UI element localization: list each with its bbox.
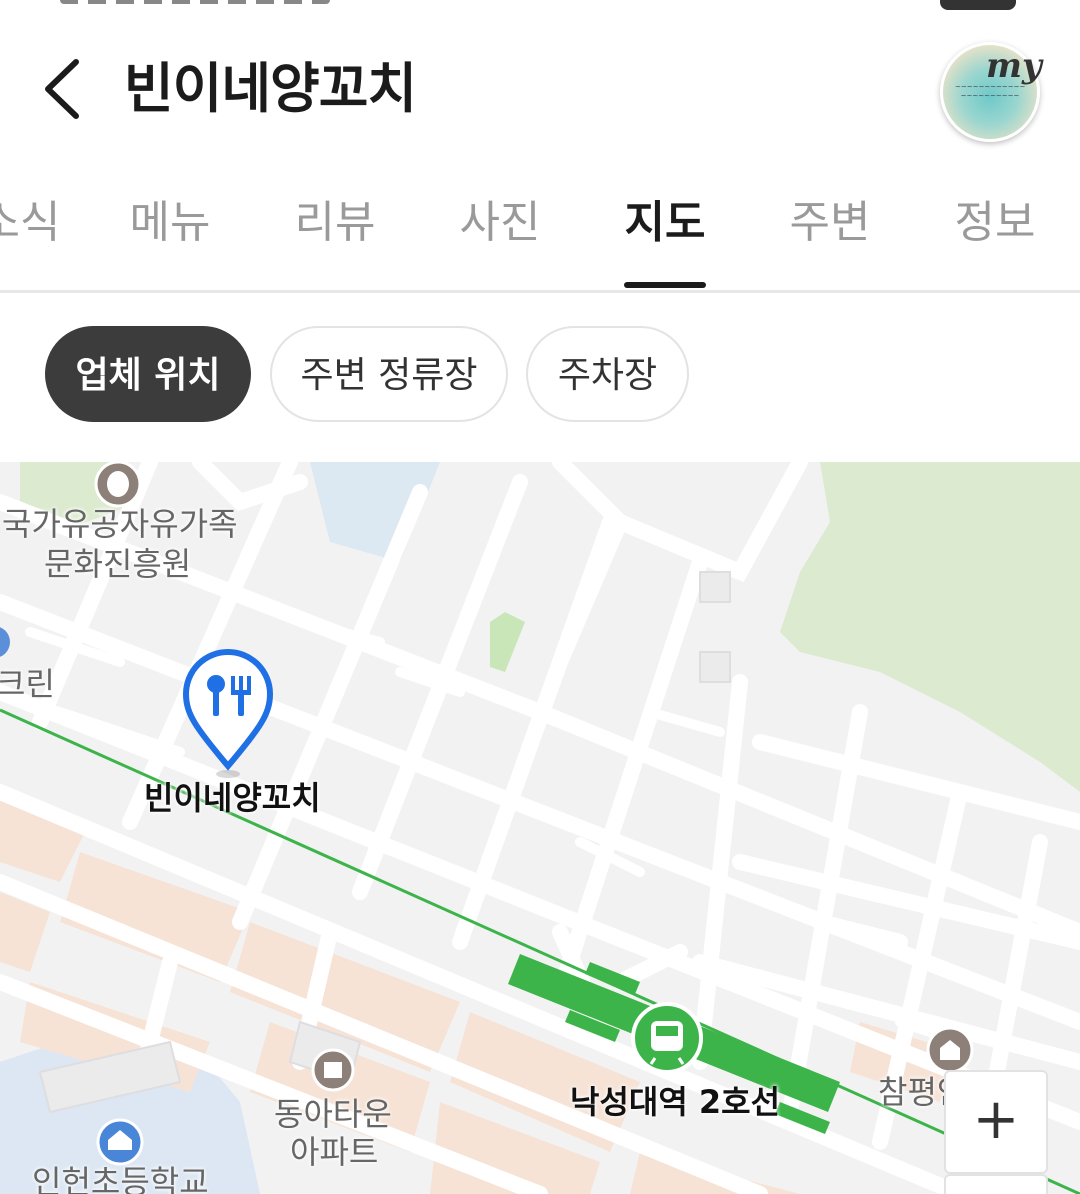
page-title: 빈이네양꼬치 bbox=[124, 57, 417, 120]
map-label-left-cut: 크린 bbox=[0, 665, 55, 703]
tab-info[interactable]: 정보 bbox=[935, 190, 1055, 290]
tab-menu[interactable]: 메뉴 bbox=[110, 190, 230, 290]
map-filter-chips: 업체 위치 주변 정류장 주차장 bbox=[0, 326, 1080, 426]
map-label-institute-line1: 국가유공자유가족 bbox=[2, 505, 238, 543]
church-icon bbox=[926, 1026, 974, 1074]
chip-nearby-stops[interactable]: 주변 정류장 bbox=[270, 326, 508, 422]
apartment-icon bbox=[311, 1048, 355, 1092]
status-bar bbox=[0, 0, 1080, 14]
back-arrow-icon[interactable] bbox=[36, 54, 92, 124]
map-view[interactable]: 국가유공자유가족 문화진흥원 크린 빈이네양꼬치 낙성대역 2호선 참평안교회 … bbox=[0, 462, 1080, 1194]
poi-pin-icon bbox=[0, 627, 10, 657]
zoom-out-button[interactable] bbox=[944, 1174, 1048, 1194]
map-label-apartment-line1: 동아타운 bbox=[274, 1095, 392, 1133]
tab-bar: 소식 메뉴 리뷰 사진 지도 주변 정보 bbox=[0, 190, 1080, 293]
school-icon bbox=[96, 1118, 144, 1166]
chip-parking[interactable]: 주차장 bbox=[526, 326, 689, 422]
store-location-marker-icon[interactable] bbox=[182, 649, 274, 778]
theater-mask-icon bbox=[94, 462, 142, 508]
map-label-school: 인헌초등학교 bbox=[32, 1163, 209, 1194]
tab-photo[interactable]: 사진 bbox=[440, 190, 560, 290]
map-label-station: 낙성대역 2호선 bbox=[570, 1083, 781, 1121]
tab-review[interactable]: 리뷰 bbox=[275, 190, 395, 290]
map-label-institute-line2: 문화진흥원 bbox=[44, 545, 192, 583]
tab-nearby[interactable]: 주변 bbox=[770, 190, 890, 290]
status-icons bbox=[60, 0, 330, 4]
top-header: 빈이네양꼬치 ~~~~~~~~~~~~ ~~~~~~~~~~ my bbox=[0, 14, 1080, 154]
map-label-apartment-line2: 아파트 bbox=[290, 1133, 379, 1171]
tab-map[interactable]: 지도 bbox=[605, 190, 725, 290]
subway-station-icon[interactable] bbox=[631, 1002, 703, 1074]
my-label: my bbox=[986, 46, 1042, 86]
tab-news[interactable]: 소식 bbox=[0, 190, 80, 290]
map-label-store: 빈이네양꼬치 bbox=[144, 779, 321, 817]
tab-active-underline bbox=[624, 282, 706, 288]
battery-icon bbox=[940, 0, 1016, 10]
chip-store-location[interactable]: 업체 위치 bbox=[45, 326, 251, 422]
zoom-in-button[interactable]: + bbox=[944, 1070, 1048, 1174]
